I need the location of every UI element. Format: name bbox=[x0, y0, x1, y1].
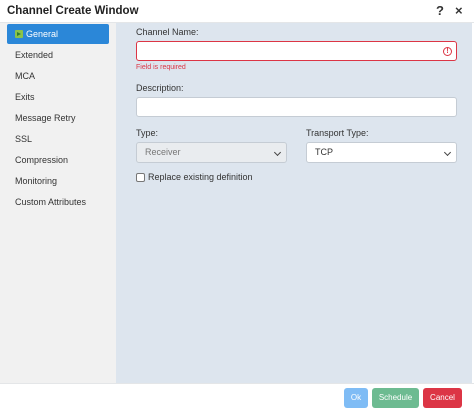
transport-type-select[interactable]: TCP bbox=[306, 142, 457, 163]
sidebar-item-extended[interactable]: Extended bbox=[7, 45, 109, 65]
channel-name-label: Channel Name: bbox=[136, 27, 199, 37]
sidebar-item-compression[interactable]: Compression bbox=[7, 150, 109, 170]
sidebar-item-message-retry[interactable]: Message Retry bbox=[7, 108, 109, 128]
schedule-button[interactable]: Schedule bbox=[372, 388, 419, 408]
sidebar-item-label: Message Retry bbox=[15, 113, 76, 123]
chevron-down-icon bbox=[443, 148, 452, 157]
description-input[interactable] bbox=[136, 97, 457, 117]
sidebar-item-monitoring[interactable]: Monitoring bbox=[7, 171, 109, 191]
exclamation-circle-icon: ! bbox=[443, 47, 452, 56]
type-value: Receiver bbox=[145, 147, 181, 157]
replace-existing-label: Replace existing definition bbox=[148, 172, 253, 182]
replace-existing-checkbox[interactable] bbox=[136, 173, 145, 182]
transport-type-label: Transport Type: bbox=[306, 128, 369, 138]
sidebar-item-label: MCA bbox=[15, 71, 35, 81]
transport-type-value: TCP bbox=[315, 147, 333, 157]
type-select[interactable]: Receiver bbox=[136, 142, 287, 163]
chevron-down-icon bbox=[273, 148, 282, 157]
help-button[interactable]: ? bbox=[436, 3, 444, 18]
sidebar-item-label: Custom Attributes bbox=[15, 197, 87, 207]
sidebar-item-exits[interactable]: Exits bbox=[7, 87, 109, 107]
description-label: Description: bbox=[136, 83, 184, 93]
sidebar: General Extended MCA Exits Message Retry… bbox=[0, 23, 116, 383]
sidebar-item-label: General bbox=[26, 29, 59, 39]
sidebar-item-ssl[interactable]: SSL bbox=[7, 129, 109, 149]
sidebar-item-label: Compression bbox=[15, 155, 69, 165]
cancel-button[interactable]: Cancel bbox=[423, 388, 462, 408]
sidebar-item-mca[interactable]: MCA bbox=[7, 66, 109, 86]
footer: Ok Schedule Cancel bbox=[0, 383, 474, 410]
ok-button[interactable]: Ok bbox=[344, 388, 368, 408]
sidebar-item-label: SSL bbox=[15, 134, 33, 144]
channel-name-error: Field is required bbox=[136, 64, 186, 71]
close-button[interactable]: × bbox=[455, 3, 463, 18]
arrow-right-icon bbox=[15, 30, 23, 38]
type-label: Type: bbox=[136, 128, 159, 138]
channel-name-input[interactable]: ! bbox=[136, 41, 457, 61]
title-bar: Channel Create Window ? × bbox=[0, 0, 474, 23]
sidebar-item-general[interactable]: General bbox=[7, 24, 109, 44]
sidebar-item-label: Monitoring bbox=[15, 176, 58, 186]
sidebar-item-custom-attributes[interactable]: Custom Attributes bbox=[7, 192, 109, 212]
window-title: Channel Create Window bbox=[7, 5, 139, 17]
general-panel: Channel Name: ! Field is required Descri… bbox=[116, 23, 472, 383]
sidebar-item-label: Exits bbox=[15, 92, 35, 102]
sidebar-item-label: Extended bbox=[15, 50, 54, 60]
